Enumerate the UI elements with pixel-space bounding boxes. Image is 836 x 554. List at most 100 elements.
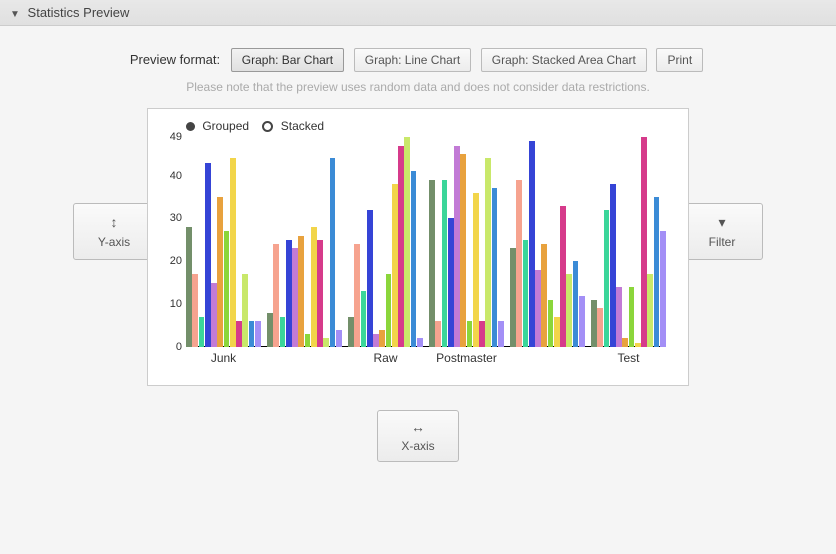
x-tick-label: Postmaster	[436, 351, 497, 365]
filter-button[interactable]: ▾ Filter	[681, 203, 763, 260]
stacked-dot-icon	[262, 121, 273, 132]
y-tick-label: 30	[160, 212, 182, 224]
chart-legend: Grouped Stacked	[186, 119, 678, 133]
preview-note: Please note that the preview uses random…	[0, 80, 836, 94]
bar	[379, 330, 385, 347]
panel-header[interactable]: ▼ Statistics Preview	[0, 0, 836, 26]
bar	[305, 334, 311, 347]
bar	[323, 338, 329, 347]
bar	[442, 180, 448, 347]
bar	[267, 313, 273, 347]
bar	[373, 334, 379, 347]
bar	[616, 287, 622, 347]
area-chart-button[interactable]: Graph: Stacked Area Chart	[481, 48, 647, 72]
format-label: Preview format:	[130, 52, 220, 67]
bar	[255, 321, 261, 347]
bar	[566, 274, 572, 347]
bar	[629, 287, 635, 347]
bar	[479, 321, 485, 347]
x-axis-button[interactable]: ↔ X-axis	[377, 410, 459, 462]
bar-group	[348, 137, 423, 347]
x-tick-label: Raw	[373, 351, 397, 365]
x-tick-label: Test	[617, 351, 639, 365]
bar	[217, 197, 223, 347]
line-chart-button[interactable]: Graph: Line Chart	[354, 48, 471, 72]
chart-plot: 01020304049JunkRawPostmasterTest	[186, 137, 666, 347]
bar	[224, 231, 230, 347]
format-controls: Preview format: Graph: Bar Chart Graph: …	[0, 48, 836, 72]
x-axis-icon: ↔	[378, 419, 458, 436]
grouped-dot-icon	[186, 122, 195, 131]
bar	[535, 270, 541, 347]
legend-grouped[interactable]: Grouped	[186, 119, 252, 133]
bar	[211, 283, 217, 347]
bar	[523, 240, 529, 347]
bar	[336, 330, 342, 347]
bar	[485, 158, 491, 347]
bar	[554, 317, 560, 347]
bar	[292, 248, 298, 347]
bar	[230, 158, 236, 347]
bar	[641, 137, 647, 347]
bar	[529, 141, 535, 347]
filter-icon: ▾	[682, 214, 762, 231]
chart-box: Grouped Stacked 01020304049JunkRawPostma…	[147, 108, 689, 386]
bar	[435, 321, 441, 347]
panel-title: Statistics Preview	[28, 5, 130, 20]
bar	[186, 227, 192, 347]
x-tick-label: Junk	[211, 351, 236, 365]
print-button[interactable]: Print	[656, 48, 703, 72]
bar	[236, 321, 242, 347]
y-axis-button[interactable]: ↕ Y-axis	[73, 203, 155, 260]
bar	[286, 240, 292, 347]
bar	[510, 248, 516, 347]
bar	[654, 197, 660, 347]
x-axis-label: X-axis	[401, 439, 434, 453]
bar	[473, 193, 479, 347]
bar	[242, 274, 248, 347]
bar	[429, 180, 435, 347]
bar	[460, 154, 466, 347]
bar-group	[267, 137, 342, 347]
y-tick-label: 49	[160, 131, 182, 143]
bar	[635, 343, 641, 347]
bar	[367, 210, 373, 347]
bar	[386, 274, 392, 347]
bar	[454, 146, 460, 347]
y-tick-label: 0	[160, 341, 182, 353]
bar	[448, 218, 454, 347]
bar	[548, 300, 554, 347]
bar	[560, 206, 566, 347]
y-axis-label: Y-axis	[98, 235, 130, 249]
bar-group	[591, 137, 666, 347]
legend-stacked[interactable]: Stacked	[262, 119, 324, 133]
y-tick-label: 20	[160, 255, 182, 267]
bar	[280, 317, 286, 347]
bar	[516, 180, 522, 347]
bar	[249, 321, 255, 347]
bar	[541, 244, 547, 347]
bar	[417, 338, 423, 347]
y-axis-icon: ↕	[74, 214, 154, 231]
bar	[604, 210, 610, 347]
bar	[492, 188, 498, 347]
bar	[579, 296, 585, 347]
bar-group	[429, 137, 504, 347]
y-tick-label: 10	[160, 298, 182, 310]
bar	[610, 184, 616, 347]
bar-group	[510, 137, 585, 347]
filter-label: Filter	[709, 235, 736, 249]
bar	[597, 308, 603, 347]
bar	[199, 317, 205, 347]
bar-group	[186, 137, 261, 347]
bar-chart-button[interactable]: Graph: Bar Chart	[231, 48, 344, 72]
bar	[411, 171, 417, 347]
bar	[398, 146, 404, 347]
bar	[354, 244, 360, 347]
bar	[622, 338, 628, 347]
bar	[317, 240, 323, 347]
bar	[273, 244, 279, 347]
collapse-icon: ▼	[10, 9, 20, 20]
bar	[392, 184, 398, 347]
bar	[330, 158, 336, 347]
